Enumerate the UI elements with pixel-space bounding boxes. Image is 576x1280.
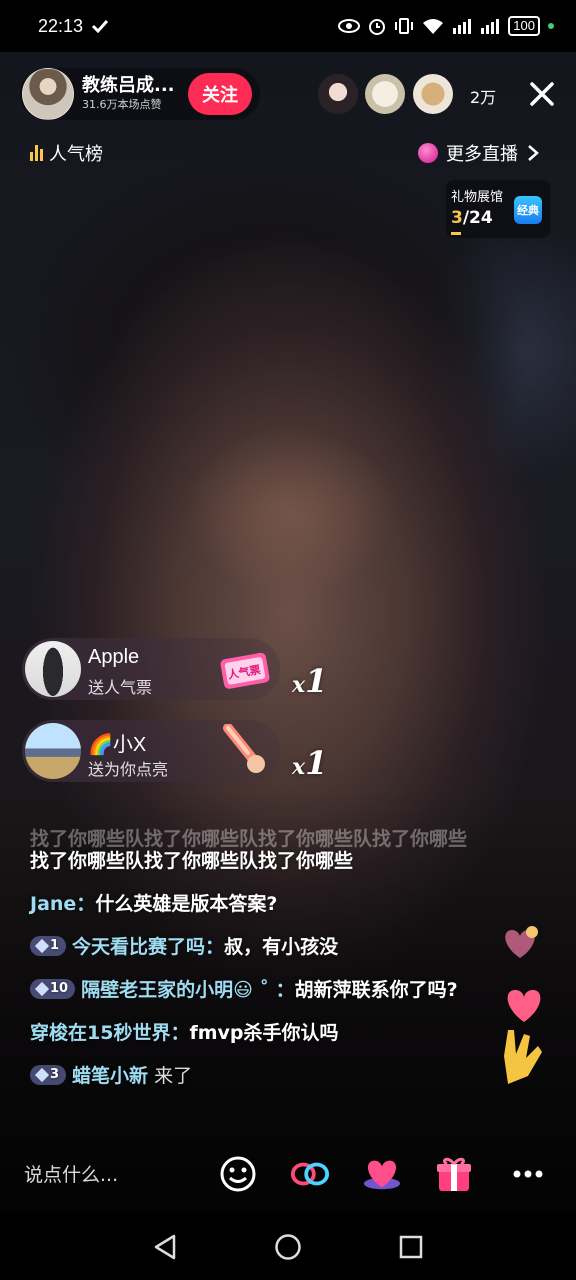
comment-username[interactable]: 今天看比赛了吗：	[72, 936, 224, 958]
close-icon[interactable]	[526, 78, 558, 110]
fan-level-badge: 10	[30, 979, 76, 999]
back-icon[interactable]	[150, 1232, 180, 1262]
gift-hall-badge: 经典	[514, 196, 542, 224]
rank-bars-icon	[30, 145, 43, 161]
alarm-icon	[369, 19, 386, 35]
signal-icon	[453, 19, 472, 34]
diamond-icon	[34, 938, 50, 954]
privacy-indicator	[548, 23, 554, 29]
recents-icon[interactable]	[396, 1232, 426, 1262]
more-live-button[interactable]: 更多直播	[418, 140, 540, 166]
status-time: 22:13	[38, 15, 84, 36]
gift-hall-progress-bar	[451, 232, 461, 235]
signal-5g-icon	[481, 19, 500, 34]
more-live-icon	[418, 143, 438, 163]
comment-item[interactable]: 穿梭在15秒世界：fmvp杀手你认吗	[30, 1018, 500, 1048]
chevron-right-icon	[528, 145, 539, 161]
comment-item[interactable]: 3 蜡笔小新 来了	[30, 1061, 500, 1091]
more-icon[interactable]	[508, 1154, 548, 1194]
viewer-count[interactable]: 2万	[470, 84, 496, 108]
gift-action: 送为你点亮	[88, 760, 169, 779]
comment-item[interactable]: Jane：什么英雄是版本答案?	[30, 889, 500, 919]
comment-input[interactable]	[22, 1150, 196, 1200]
comment-item[interactable]: 1 今天看比赛了吗：叔，有小孩没	[30, 932, 500, 962]
fan-level-badge: 3	[30, 1065, 67, 1085]
viewer-avatar[interactable]	[365, 74, 405, 114]
battery-icon: 100	[508, 16, 540, 36]
system-nav-bar	[0, 1212, 576, 1280]
floating-heart-icon	[505, 926, 538, 958]
diamond-icon	[34, 981, 50, 997]
gift-sender-avatar[interactable]	[25, 641, 81, 697]
emoji-icon[interactable]	[218, 1154, 258, 1194]
diamond-icon	[34, 1067, 50, 1083]
anchor-likes: 31.6万本场点赞	[82, 98, 162, 111]
vibrate-icon	[395, 18, 414, 34]
more-live-label: 更多直播	[446, 144, 518, 165]
comment-username[interactable]: 蜡笔小新	[72, 1065, 148, 1087]
fan-level-badge: 1	[30, 936, 67, 956]
comment-username[interactable]: 隔壁老王家的小明😃 ˚ ：	[81, 979, 295, 1001]
comment-username[interactable]: Jane：	[30, 893, 95, 915]
gift-hall-progress: 3/24	[451, 208, 493, 228]
anchor-name: 教练吕成...	[82, 75, 175, 96]
status-bar: 22:13 100	[0, 0, 576, 52]
ticket-gift-icon: 人气票	[220, 652, 270, 689]
comment-item[interactable]: 10 隔壁老王家的小明😃 ˚ ：胡新萍联系你了吗?	[30, 975, 500, 1005]
gift-icon[interactable]	[434, 1154, 474, 1194]
eye-icon	[338, 19, 361, 33]
rank-label: 人气榜	[49, 144, 103, 165]
wifi-icon	[423, 19, 444, 34]
gift-count: x1	[292, 662, 328, 700]
popularity-rank[interactable]: 人气榜	[30, 140, 103, 166]
viewer-avatar[interactable]	[413, 74, 453, 114]
vpn-icon	[91, 19, 109, 33]
gift-hall-title: 礼物展馆	[451, 190, 504, 205]
bottom-bar	[0, 1140, 576, 1210]
glow-stick-icon	[223, 724, 265, 773]
heart-icon[interactable]	[362, 1154, 402, 1194]
gift-action: 送人气票	[88, 678, 153, 697]
gift-sender-avatar[interactable]	[25, 723, 81, 779]
anchor-avatar[interactable]	[22, 68, 74, 120]
comment-list[interactable]: 找了你哪些队找了你哪些队找了你哪些 Jane：什么英雄是版本答案? 1 今天看比赛…	[30, 846, 500, 1104]
gift-sender-name: 🌈小X	[88, 734, 147, 756]
gift-count: x1	[292, 744, 328, 782]
floating-hand-icon	[504, 1030, 542, 1084]
gift-sender-name: Apple	[88, 646, 140, 668]
gift-hall[interactable]: 礼物展馆 3/24 经典	[446, 180, 550, 238]
follow-button[interactable]: 关注	[188, 73, 252, 115]
link-icon[interactable]	[290, 1154, 330, 1194]
floating-heart-icon	[507, 990, 541, 1022]
comment-item[interactable]: 找了你哪些队找了你哪些队找了你哪些	[30, 846, 500, 876]
comment-username[interactable]: 穿梭在15秒世界：	[30, 1022, 189, 1044]
home-icon[interactable]	[273, 1232, 303, 1262]
viewer-avatar[interactable]	[318, 74, 358, 114]
